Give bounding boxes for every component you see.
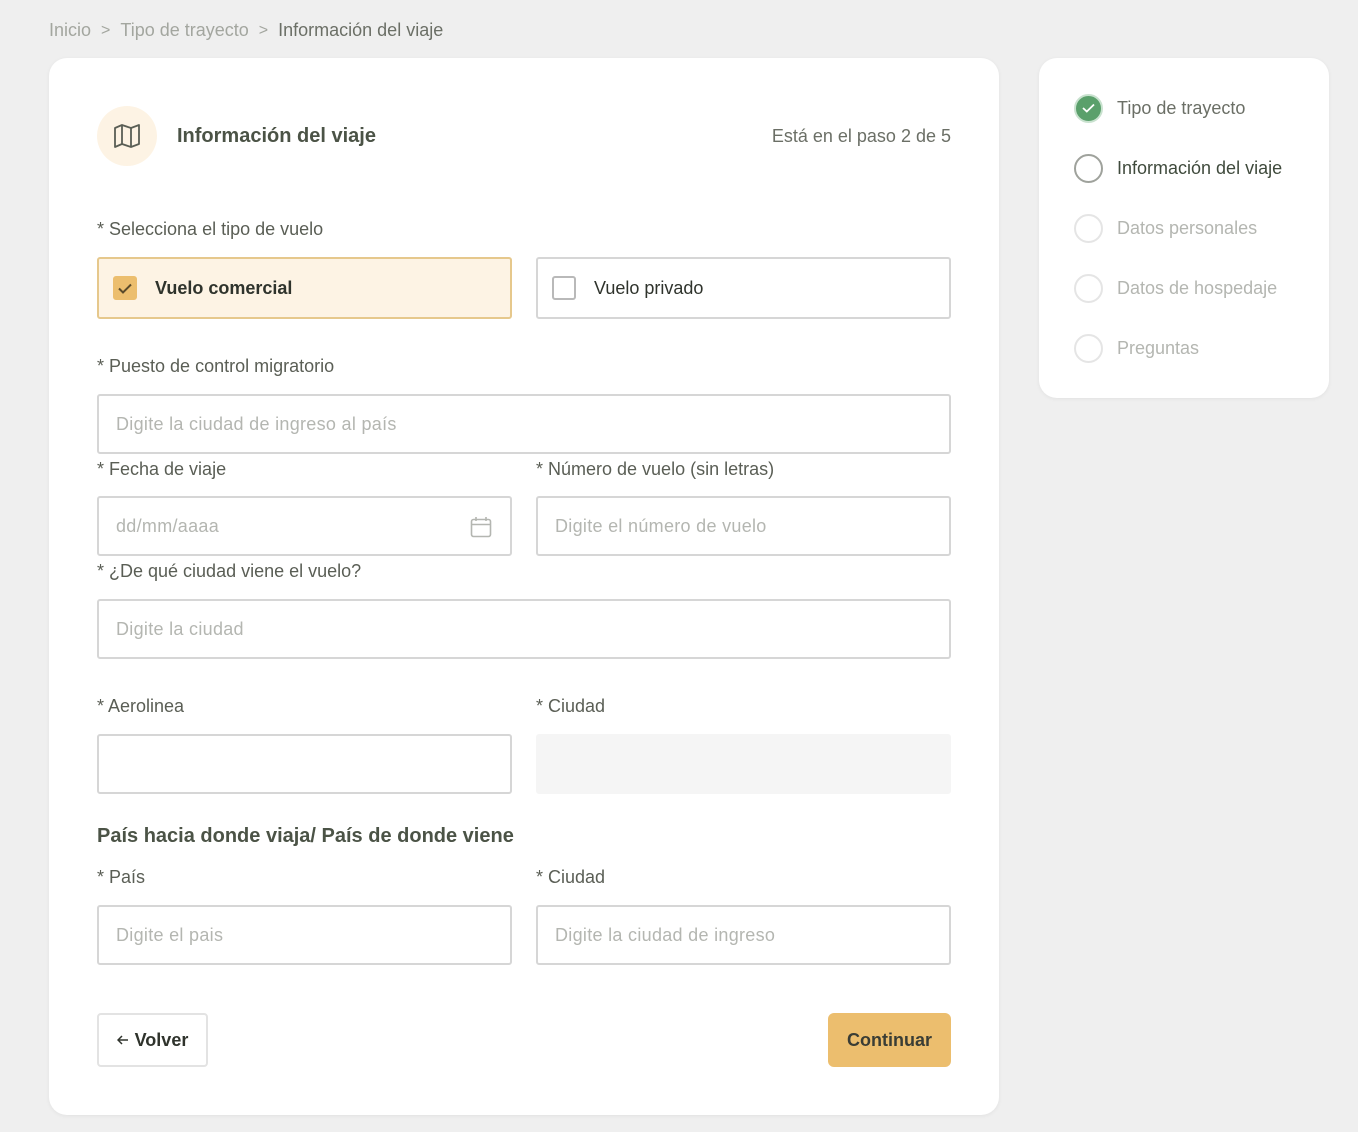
airline-label: * Aerolinea (97, 696, 185, 716)
option-label: Vuelo privado (594, 277, 704, 298)
airline-input[interactable] (97, 734, 512, 794)
breadcrumb-item-inicio[interactable]: Inicio (49, 20, 91, 41)
form-card: Información del viaje Está en el paso 2 … (49, 58, 999, 1115)
checkbox-unchecked[interactable] (552, 276, 576, 300)
step-label: Información del viaje (1117, 157, 1283, 178)
origin-city-input[interactable]: Digite la ciudad (97, 599, 951, 659)
step-preguntas: Preguntas (1074, 333, 1199, 363)
breadcrumb-item-current: Información del viaje (278, 20, 444, 40)
option-label: Vuelo comercial (155, 277, 293, 298)
country-label: * País (97, 867, 146, 887)
page-title: Información del viaje (177, 124, 376, 147)
step-label: Datos de hospedaje (1117, 277, 1278, 298)
option-vuelo-privado[interactable]: Vuelo privado (536, 257, 951, 319)
airline-city-input (536, 734, 951, 794)
flight-number-label: * Número de vuelo (sin letras) (536, 459, 775, 479)
step-tipo-trayecto[interactable]: Tipo de trayecto (1074, 93, 1245, 123)
step-label: Preguntas (1117, 337, 1200, 358)
step-label: Tipo de trayecto (1117, 97, 1246, 118)
country-input[interactable]: Digite el pais (97, 905, 512, 965)
travel-date-placeholder: dd/mm/aaaa (116, 515, 220, 536)
back-button-label: Volver (134, 1029, 189, 1050)
check-icon (118, 283, 132, 294)
map-icon (97, 106, 157, 166)
steps-panel: Tipo de trayecto Información del viaje D… (1039, 58, 1329, 398)
flight-number-input[interactable]: Digite el número de vuelo (536, 496, 951, 556)
circle-icon (1074, 153, 1103, 183)
country-city-input[interactable]: Digite la ciudad de ingreso (536, 905, 951, 965)
breadcrumb-separator: > (101, 21, 111, 39)
circle-icon (1074, 273, 1103, 303)
step-datos-hospedaje: Datos de hospedaje (1074, 273, 1277, 303)
option-vuelo-comercial[interactable]: Vuelo comercial (97, 257, 512, 319)
arrow-left-icon (116, 1035, 128, 1045)
step-label: Datos personales (1117, 217, 1258, 238)
flight-type-label: * Selecciona el tipo de vuelo (97, 219, 324, 239)
breadcrumb-item-tipo-trayecto[interactable]: Tipo de trayecto (120, 20, 248, 41)
airline-city-label: * Ciudad (536, 696, 606, 716)
circle-icon (1074, 333, 1103, 363)
country-section-title: País hacia donde viaja/ País de donde vi… (97, 825, 514, 847)
travel-date-label: * Fecha de viaje (97, 459, 227, 479)
breadcrumb-separator: > (258, 21, 269, 39)
continue-button[interactable]: Continuar (828, 1013, 951, 1067)
step-informacion-viaje[interactable]: Información del viaje (1074, 153, 1282, 183)
country-city-label: * Ciudad (536, 867, 606, 887)
check-circle-icon (1074, 93, 1103, 123)
checkbox-checked[interactable] (113, 276, 137, 300)
travel-date-input[interactable]: dd/mm/aaaa (97, 496, 512, 556)
card-header: Información del viaje Está en el paso 2 … (97, 106, 951, 166)
breadcrumb: Inicio > Tipo de trayecto > Información … (49, 20, 443, 41)
migration-post-label: * Puesto de control migratorio (97, 356, 335, 376)
calendar-icon[interactable] (470, 516, 492, 538)
circle-icon (1074, 213, 1103, 243)
step-datos-personales: Datos personales (1074, 213, 1257, 243)
step-indicator: Está en el paso 2 de 5 (771, 125, 951, 146)
back-button[interactable]: Volver (97, 1013, 208, 1067)
migration-post-input[interactable]: Digite la ciudad de ingreso al país (97, 394, 951, 454)
origin-city-label: * ¿De qué ciudad viene el vuelo? (97, 561, 362, 581)
